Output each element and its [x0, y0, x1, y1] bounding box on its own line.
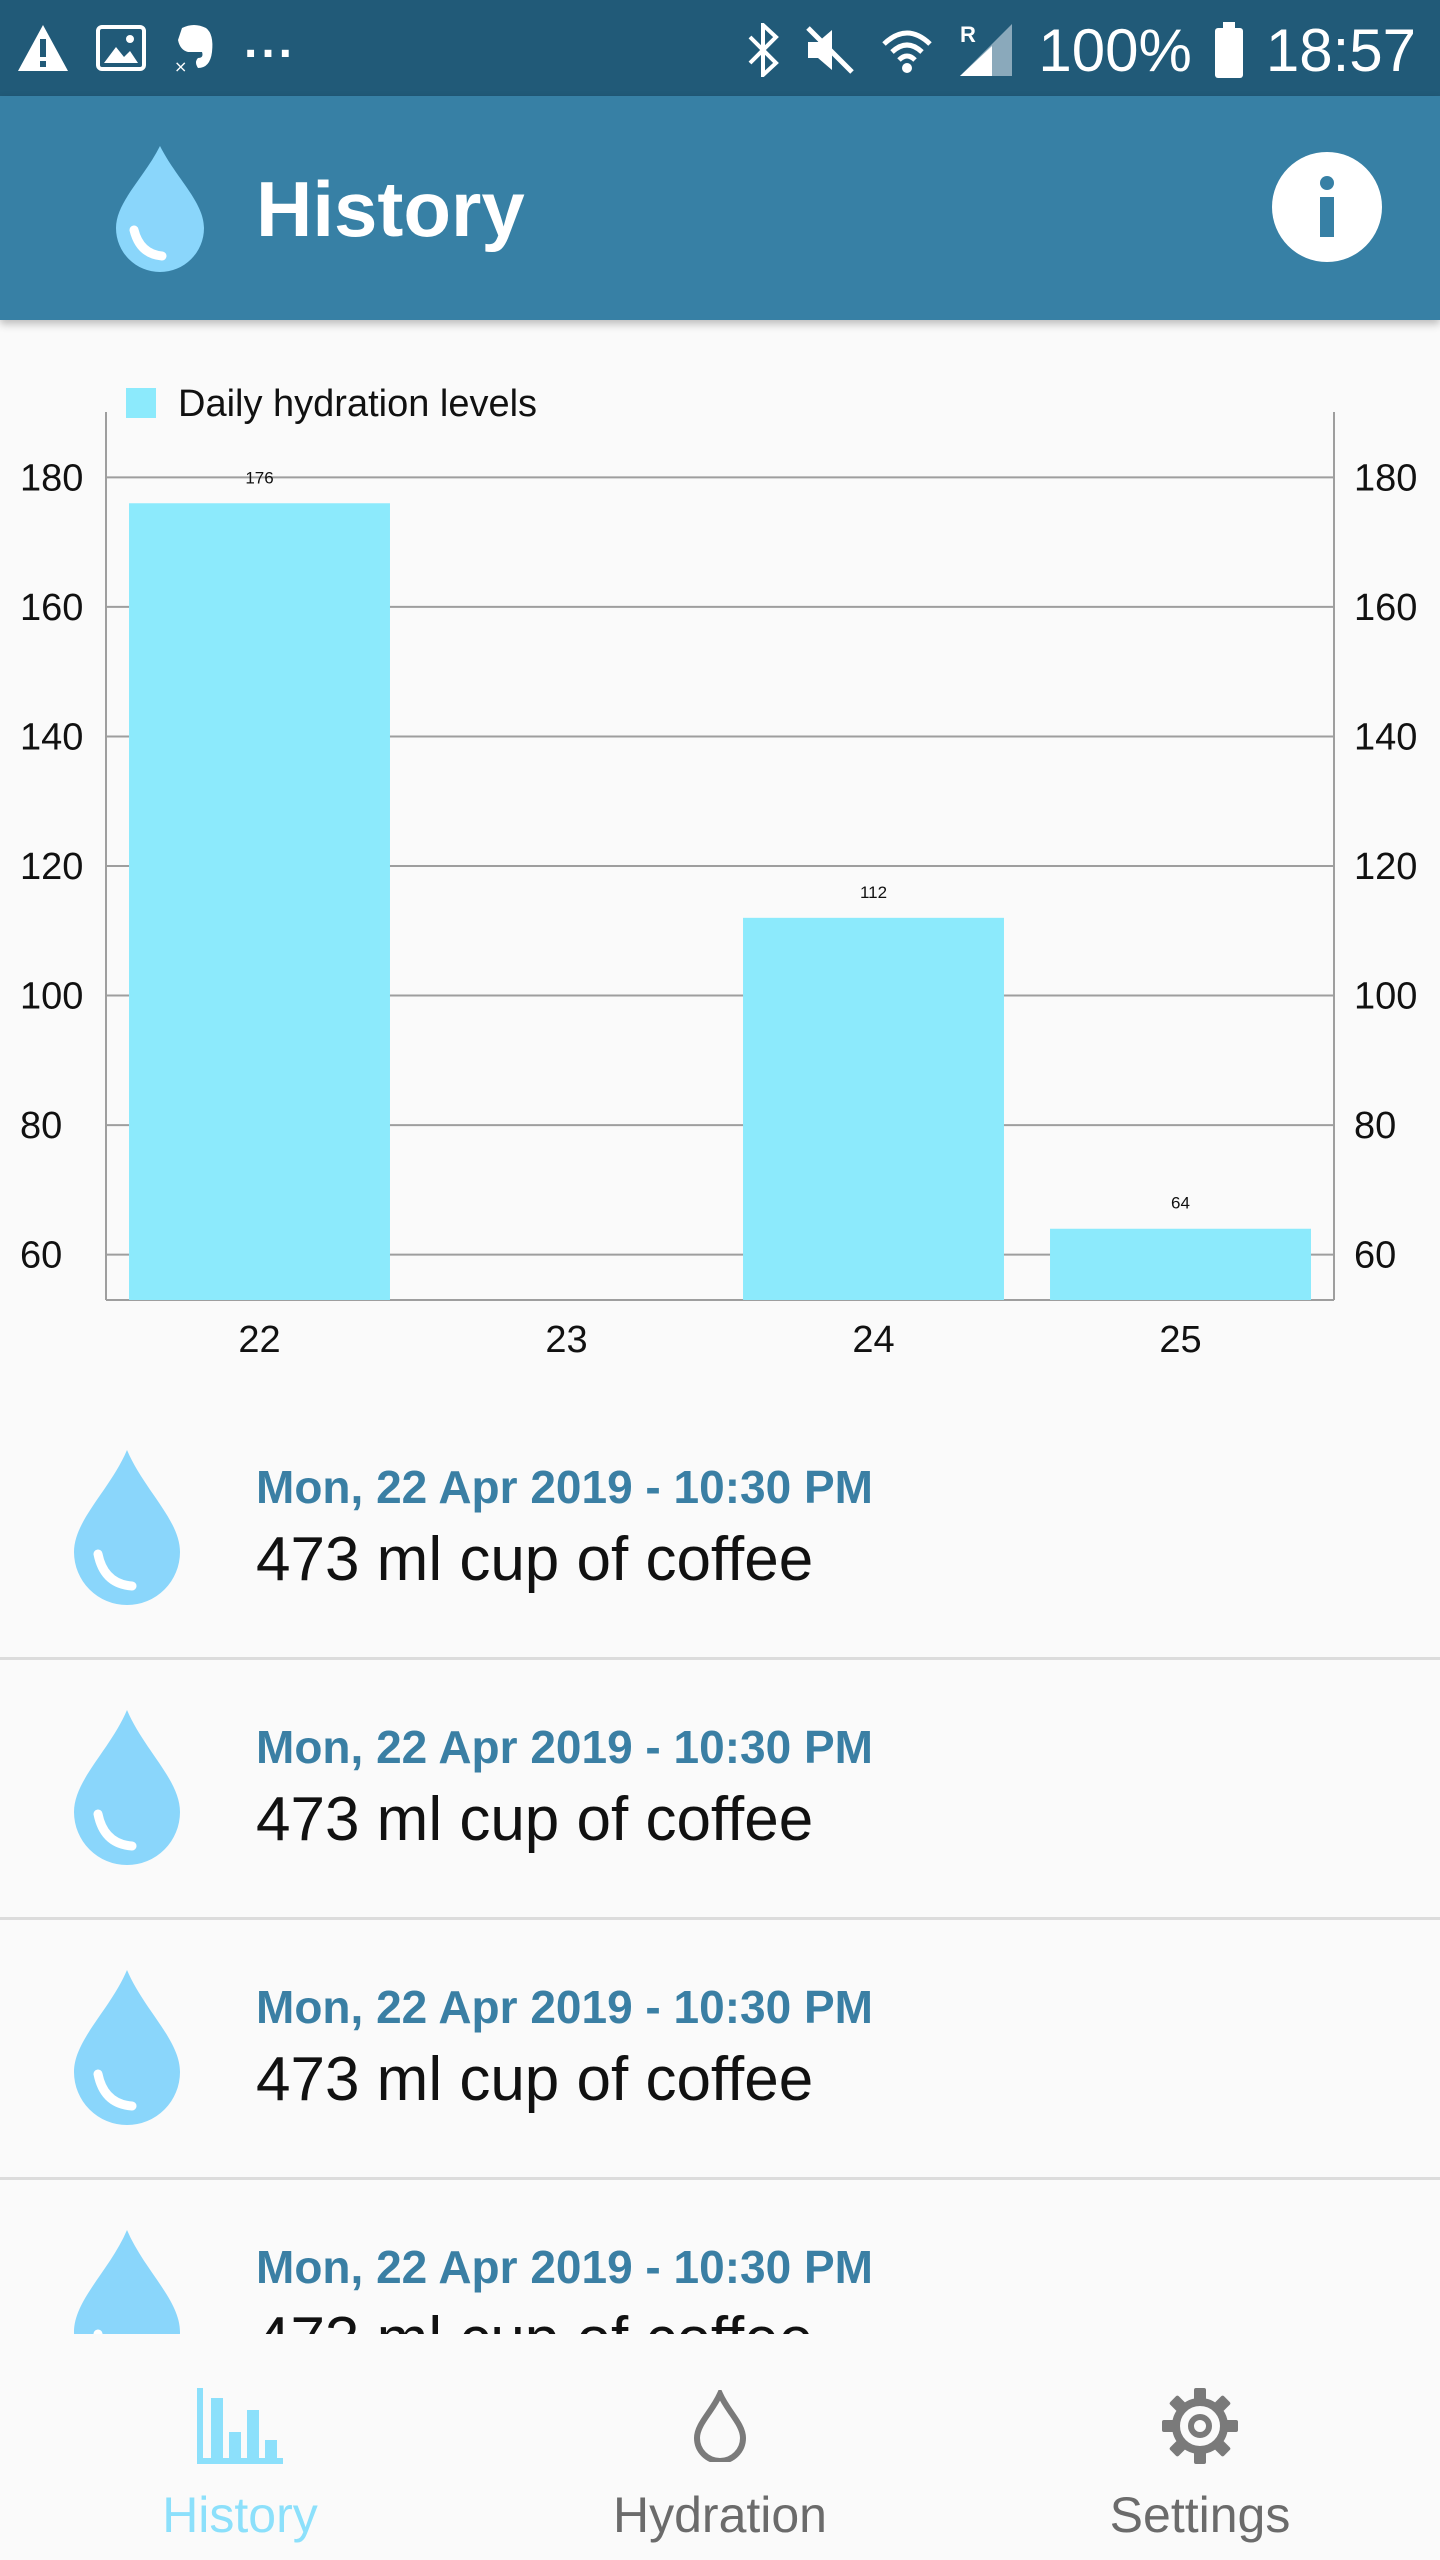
- notification-icons: × ...: [16, 15, 296, 78]
- y-tick-label-left: 180: [20, 457, 83, 499]
- data-label: 64: [1171, 1194, 1190, 1213]
- y-tick-label-left: 140: [20, 716, 83, 758]
- list-item[interactable]: Mon, 22 Apr 2019 - 10:30 PM 473 ml cup o…: [0, 2180, 1440, 2334]
- y-tick-label-right: 60: [1354, 1235, 1396, 1277]
- y-tick-label-left: 160: [20, 587, 83, 629]
- app-bar: History: [0, 96, 1440, 320]
- bar-chart-icon: [197, 2388, 283, 2464]
- info-button[interactable]: [1272, 152, 1382, 262]
- entry-description: 473 ml cup of coffee: [256, 1785, 814, 1854]
- list-item[interactable]: Mon, 22 Apr 2019 - 10:30 PM 473 ml cup o…: [0, 1660, 1440, 1920]
- water-drop-icon: [74, 1710, 180, 1865]
- y-tick-label-left: 80: [20, 1105, 62, 1147]
- nav-hydration-label: Hydration: [613, 2487, 827, 2543]
- bottom-navigation: History Hydration Settings: [0, 2334, 1440, 2560]
- y-tick-label-right: 100: [1354, 976, 1417, 1018]
- svg-text:×: ×: [174, 57, 187, 74]
- x-tick-label: 24: [852, 1319, 894, 1361]
- system-icons: R 100% 18:57: [746, 10, 1416, 90]
- info-icon: [1320, 176, 1334, 237]
- water-drop-icon: [74, 1450, 180, 1605]
- y-tick-label-right: 180: [1354, 457, 1417, 499]
- data-label: 112: [860, 883, 887, 902]
- history-list[interactable]: Mon, 22 Apr 2019 - 10:30 PM 473 ml cup o…: [0, 1400, 1440, 2334]
- y-tick-label-right: 160: [1354, 587, 1417, 629]
- nav-settings-label: Settings: [1109, 2487, 1291, 2543]
- y-tick-label-left: 100: [20, 976, 83, 1018]
- x-tick-label: 25: [1159, 1319, 1201, 1361]
- nav-hydration[interactable]: Hydration: [480, 2334, 960, 2560]
- x-tick-label: 23: [545, 1319, 587, 1361]
- more-notifications: ...: [244, 14, 297, 68]
- battery-icon: [1214, 22, 1243, 78]
- signal-icon: R: [960, 22, 1013, 76]
- hydration-chart: Daily hydration levels 60 60 80 80 100 100 120 1…: [0, 320, 1440, 1390]
- entry-description: 473 ml cup of coffee: [256, 2045, 814, 2114]
- bluetooth-icon: [748, 23, 780, 77]
- y-tick-label-left: 60: [20, 1235, 62, 1277]
- status-bar: × ... R 100% 18:57: [0, 0, 1440, 96]
- clock: 18:57: [1265, 16, 1416, 84]
- water-drop-icon: [74, 2230, 180, 2334]
- warning-icon: [18, 25, 68, 71]
- entry-date: Mon, 22 Apr 2019 - 10:30 PM: [256, 1721, 873, 1773]
- list-item[interactable]: Mon, 22 Apr 2019 - 10:30 PM 473 ml cup o…: [0, 1920, 1440, 2180]
- gear-icon: [1162, 2388, 1238, 2464]
- page-title: History: [256, 165, 525, 253]
- entry-description: 473 ml cup of coffee: [256, 1525, 814, 1594]
- battery-percent: 100%: [1038, 16, 1192, 84]
- entry-description: 473 ml cup of coffee: [256, 2304, 813, 2334]
- bar: [743, 917, 1004, 1300]
- mute-icon: [806, 26, 855, 74]
- entry-date: Mon, 22 Apr 2019 - 10:30 PM: [256, 1461, 873, 1513]
- nav-settings[interactable]: Settings: [960, 2334, 1440, 2560]
- evernote-icon: ×: [174, 25, 213, 74]
- nav-history-label: History: [162, 2487, 318, 2543]
- wifi-icon: [882, 30, 933, 73]
- data-label: 176: [245, 468, 273, 487]
- bar: [129, 503, 390, 1300]
- svg-text:R: R: [960, 22, 976, 47]
- bar-chart: Daily hydration levels 60 60 80 80 100 100 120 1…: [20, 383, 1417, 1361]
- legend-label: Daily hydration levels: [178, 383, 537, 425]
- water-drop-icon: [116, 146, 204, 272]
- bar: [1050, 1228, 1311, 1300]
- y-tick-label-left: 120: [20, 846, 83, 888]
- water-drop-icon: [74, 1970, 180, 2125]
- image-icon: [96, 25, 146, 71]
- x-tick-label: 22: [238, 1319, 280, 1361]
- y-tick-label-right: 140: [1354, 716, 1417, 758]
- entry-date: Mon, 22 Apr 2019 - 10:30 PM: [256, 2241, 873, 2293]
- y-tick-label-right: 120: [1354, 846, 1417, 888]
- drop-outline-icon: [693, 2390, 747, 2462]
- entry-date: Mon, 22 Apr 2019 - 10:30 PM: [256, 1981, 873, 2033]
- legend-swatch: [126, 388, 156, 418]
- list-item[interactable]: Mon, 22 Apr 2019 - 10:30 PM 473 ml cup o…: [0, 1400, 1440, 1660]
- y-tick-label-right: 80: [1354, 1105, 1396, 1147]
- nav-history[interactable]: History: [0, 2334, 480, 2560]
